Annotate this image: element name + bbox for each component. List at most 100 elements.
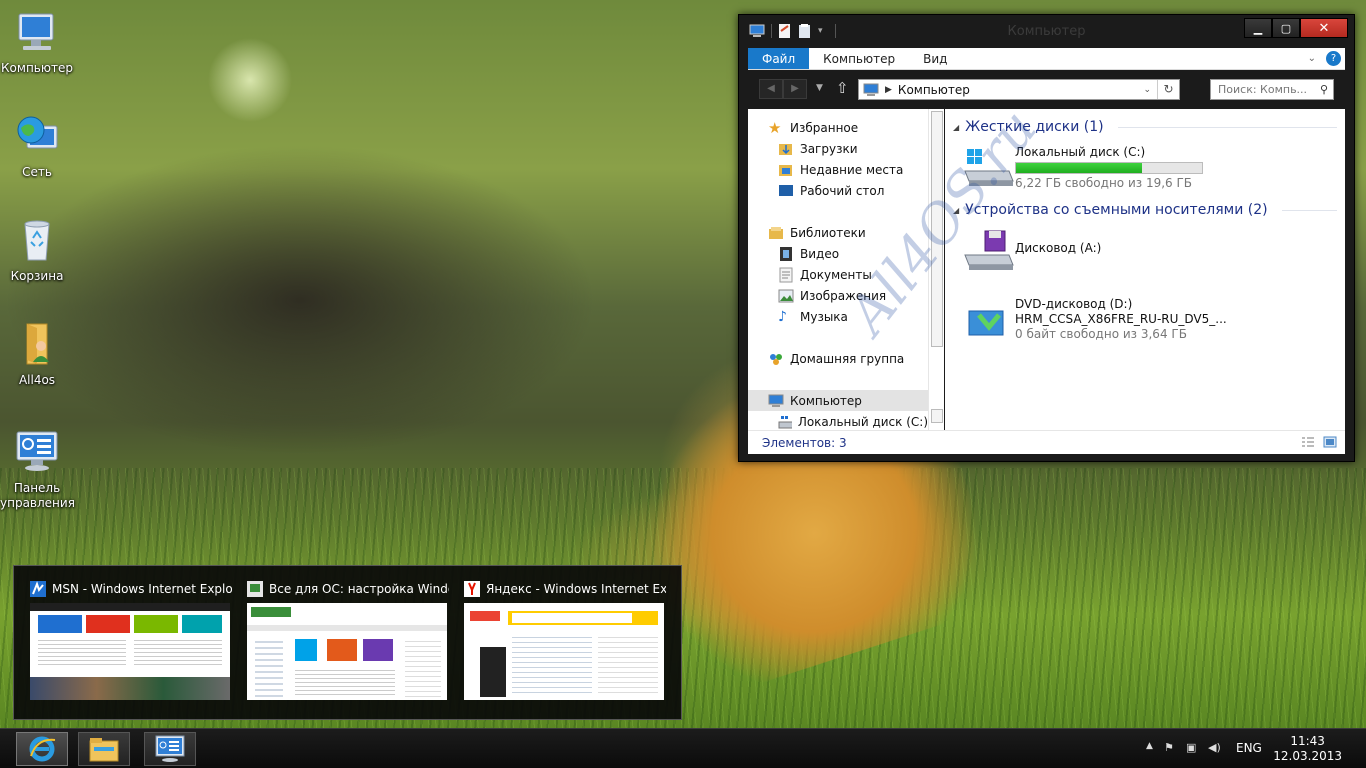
show-hidden-icons-icon[interactable]: ▲: [1146, 741, 1153, 751]
search-icon: ⚲: [1319, 83, 1328, 96]
navigation-scrollbar[interactable]: [928, 109, 944, 430]
group-header-removable[interactable]: ◢ Устройства со съемными носителями (2): [953, 200, 1337, 220]
back-arrow-icon: ◀: [767, 83, 775, 94]
item-count: Элементов: 3: [762, 436, 847, 450]
drive-item-a[interactable]: Дисковод (A:): [963, 229, 1101, 273]
desktop-icon-label: Корзина: [10, 269, 64, 283]
content-pane: ◢ Жесткие диски (1) Локальный диск (C:) …: [945, 109, 1345, 430]
language-indicator[interactable]: ENG: [1236, 741, 1262, 755]
tab-view[interactable]: Вид: [909, 48, 961, 69]
documents-icon: [779, 267, 793, 282]
search-input[interactable]: Поиск: Компь... ⚲: [1210, 79, 1334, 100]
address-bar[interactable]: ▶ Компьютер ⌄ ↻: [858, 79, 1180, 100]
nav-item-recent[interactable]: Недавние места: [748, 159, 928, 180]
scrollbar-down-button[interactable]: [931, 409, 943, 423]
thumbnail-yandex[interactable]: Яндекс - Windows Internet Expl...: [464, 580, 666, 700]
desktop-icon-control-panel[interactable]: Панель управления: [0, 428, 75, 511]
nav-item-downloads[interactable]: Загрузки: [748, 138, 928, 159]
taskbar-ie-button[interactable]: [16, 732, 68, 766]
explorer-window[interactable]: ▾ Компьютер ▁ ▢ ✕ Файл Компьютер Вид ⌄ ?…: [738, 14, 1355, 462]
thumbnail-preview: [247, 603, 447, 700]
minimize-icon: ▁: [1253, 21, 1263, 35]
desktop-icon-label: Сеть: [22, 165, 52, 179]
close-button[interactable]: ✕: [1300, 18, 1348, 38]
network-icon[interactable]: ▣: [1186, 741, 1196, 754]
taskbar-thumbnail-popup: MSN - Windows Internet Explorer Все для …: [13, 565, 682, 720]
star-icon: ★: [768, 118, 782, 137]
minimize-button[interactable]: ▁: [1244, 18, 1272, 38]
nav-item-label: Видео: [800, 246, 840, 261]
nav-item-label: Рабочий стол: [800, 183, 885, 198]
drive-free-space: 0 байт свободно из 3,64 ГБ: [1015, 327, 1187, 341]
thumbnail-title: Яндекс - Windows Internet Expl...: [486, 582, 666, 596]
nav-item-computer[interactable]: Компьютер: [748, 390, 928, 411]
back-button[interactable]: ◀: [759, 79, 783, 99]
clock[interactable]: 11:43 12.03.2013: [1273, 734, 1342, 764]
address-text: Компьютер: [897, 82, 970, 97]
expand-ribbon-icon[interactable]: ⌄: [1308, 53, 1316, 64]
recent-locations-icon[interactable]: ▼: [816, 83, 823, 93]
caption-buttons: ▁ ▢ ✕: [1244, 18, 1348, 38]
window-titlebar[interactable]: ▾ Компьютер ▁ ▢ ✕: [739, 15, 1354, 47]
libraries-icon: [769, 226, 783, 239]
tab-computer[interactable]: Компьютер: [809, 48, 909, 69]
address-dropdown-icon[interactable]: ⌄: [1143, 85, 1151, 95]
nav-item-homegroup[interactable]: Домашняя группа: [748, 348, 928, 369]
taskbar-explorer-button[interactable]: [78, 732, 130, 766]
collapse-icon: ◢: [953, 122, 960, 132]
maximize-button[interactable]: ▢: [1272, 18, 1300, 38]
drive-usage-bar: [1015, 162, 1203, 174]
nav-item-label: Библиотеки: [790, 225, 866, 240]
tab-file[interactable]: Файл: [748, 48, 810, 69]
clock-date: 12.03.2013: [1273, 749, 1342, 763]
dvd-drive-icon: [968, 310, 1004, 336]
details-view-icon[interactable]: [1301, 436, 1315, 448]
large-icons-view-icon[interactable]: [1323, 436, 1337, 448]
ribbon-tabs: Файл Компьютер Вид ⌄ ?: [748, 48, 1345, 70]
desktop-icon-network[interactable]: Сеть: [0, 112, 74, 180]
nav-item-label: Изображения: [800, 288, 887, 303]
nav-item-images[interactable]: Изображения: [748, 285, 928, 306]
system-tray: ▲ ⚑ ▣ ◀) ENG 11:43 12.03.2013: [1136, 729, 1366, 768]
forward-button[interactable]: ▶: [783, 79, 807, 99]
thumbnail-preview: [464, 603, 664, 700]
nav-item-local-disk[interactable]: Локальный диск (C:): [748, 411, 928, 430]
desktop-icon-computer[interactable]: Компьютер: [0, 8, 74, 76]
desktop-icon-all4os[interactable]: All4os: [0, 320, 74, 388]
action-center-flag-icon[interactable]: ⚑: [1164, 741, 1174, 754]
help-icon[interactable]: ?: [1326, 51, 1341, 66]
thumbnail-msn[interactable]: MSN - Windows Internet Explorer: [30, 580, 232, 700]
taskbar-control-panel-button[interactable]: [144, 732, 196, 766]
desktop-icon-recycle-bin[interactable]: Корзина: [0, 216, 74, 284]
thumbnail-all4os[interactable]: Все для ОС: настройка Windo...: [247, 580, 449, 700]
nav-item-libraries[interactable]: Библиотеки: [748, 222, 928, 243]
refresh-icon[interactable]: ↻: [1157, 80, 1179, 99]
images-icon: [778, 289, 794, 302]
nav-item-video[interactable]: Видео: [748, 243, 928, 264]
taskbar: ▲ ⚑ ▣ ◀) ENG 11:43 12.03.2013: [0, 728, 1366, 768]
control-panel-icon: [155, 735, 185, 762]
collapse-icon: ◢: [953, 205, 960, 215]
scrollbar-thumb[interactable]: [931, 111, 943, 347]
nav-item-music[interactable]: ♪ Музыка: [748, 306, 928, 327]
music-icon: ♪: [778, 308, 787, 325]
computer-small-icon: [768, 394, 784, 407]
group-divider: [1117, 126, 1337, 128]
breadcrumb-chevron-icon[interactable]: ▶: [885, 85, 892, 95]
nav-item-label: Локальный диск (C:): [797, 414, 928, 429]
drive-usage-fill: [1016, 163, 1143, 173]
group-header-hard-disks[interactable]: ◢ Жесткие диски (1): [953, 117, 1337, 137]
nav-item-desktop[interactable]: Рабочий стол: [748, 180, 928, 201]
nav-item-label: Компьютер: [790, 393, 862, 408]
nav-item-favorites[interactable]: ★ Избранное: [748, 117, 928, 138]
status-bar: Элементов: 3: [748, 430, 1345, 454]
nav-item-documents[interactable]: Документы: [748, 264, 928, 285]
drive-item-c[interactable]: Локальный диск (C:) 6,22 ГБ свободно из …: [963, 145, 1203, 191]
up-arrow-icon[interactable]: ⇧: [836, 79, 849, 97]
volume-icon[interactable]: ◀): [1208, 741, 1221, 754]
nav-item-label: Недавние места: [800, 162, 904, 177]
thumbnail-title: Все для ОС: настройка Windo...: [269, 582, 449, 596]
drive-name: Локальный диск (C:): [1015, 145, 1146, 159]
drive-item-d[interactable]: DVD-дисковод (D:) HRM_CCSA_X86FRE_RU-RU_…: [963, 297, 1227, 342]
navigation-pane: ★ Избранное Загрузки Недавние места Рабо…: [748, 109, 928, 430]
